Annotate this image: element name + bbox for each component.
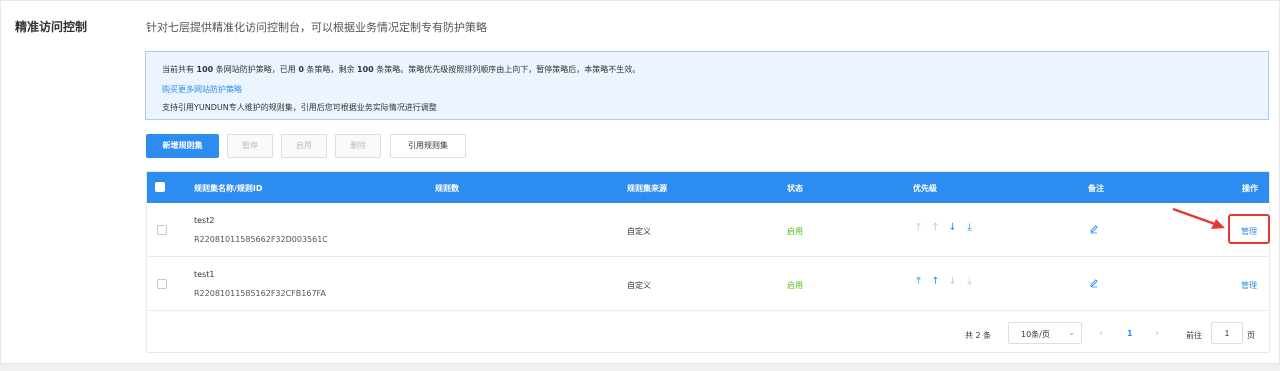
table-row: test2 R22081011585662F32D003561C 自定义 启用 … xyxy=(147,203,1269,257)
prev-page-icon[interactable]: ‹ xyxy=(1099,328,1103,339)
header-action: 操作 xyxy=(1242,184,1258,193)
table-row: test1 R22081011585162F32CFB167FA 自定义 启用 … xyxy=(147,257,1269,311)
ruleset-id: R22081011585162F32CFB167FA xyxy=(194,289,326,298)
delete-button[interactable]: 删除 xyxy=(335,134,381,158)
add-ruleset-button[interactable]: 新增规则集 xyxy=(146,134,219,158)
access-control-panel: 精准访问控制 针对七层提供精准化访问控制台，可以根据业务情况定制专有防护策略 当… xyxy=(0,0,1280,364)
import-ruleset-button[interactable]: 引用规则集 xyxy=(390,134,466,158)
buy-more-link[interactable]: 购买更多网站防护策略 xyxy=(162,84,242,95)
notice-line-quota: 当前共有 100 条网站防护策略，已用 0 条策略，剩余 100 条策略。策略优… xyxy=(162,65,641,74)
row-checkbox[interactable] xyxy=(157,225,167,235)
move-bottom-icon[interactable]: ⤓ xyxy=(964,222,975,233)
section-description: 针对七层提供精准化访问控制台，可以根据业务情况定制专有防护策略 xyxy=(146,21,487,34)
pause-button[interactable]: 暂停 xyxy=(227,134,273,158)
ruleset-name: test1 xyxy=(194,270,215,279)
ruleset-name: test2 xyxy=(194,216,215,225)
remaining-count: 100 xyxy=(357,65,374,74)
move-top-icon[interactable]: ⤒ xyxy=(913,276,924,287)
total-count-label: 共 2 条 xyxy=(965,331,992,340)
info-notice: 当前共有 100 条网站防护策略，已用 0 条策略，剩余 100 条策略。策略优… xyxy=(145,51,1269,120)
row-checkbox[interactable] xyxy=(157,279,167,289)
header-count: 规则数 xyxy=(435,184,459,193)
select-all-checkbox[interactable] xyxy=(155,182,165,192)
pencil-icon[interactable] xyxy=(1089,278,1099,288)
ruleset-table: 规则集名称/规则ID 规则数 规则集来源 状态 优先级 备注 操作 test2 … xyxy=(146,171,1270,353)
goto-page-input[interactable] xyxy=(1211,322,1243,344)
priority-controls: ⤒ ↑ ↓ ⤓ xyxy=(913,222,975,233)
header-note: 备注 xyxy=(1088,184,1104,193)
next-page-icon[interactable]: › xyxy=(1155,328,1159,339)
goto-label: 前往 xyxy=(1186,331,1202,340)
pencil-icon[interactable] xyxy=(1089,224,1099,234)
current-page[interactable]: 1 xyxy=(1127,329,1133,338)
move-up-icon[interactable]: ↑ xyxy=(930,276,941,287)
enable-button[interactable]: 启用 xyxy=(281,134,327,158)
ruleset-id: R22081011585662F32D003561C xyxy=(194,235,328,244)
header-source: 规则集来源 xyxy=(627,184,667,193)
move-up-icon[interactable]: ↑ xyxy=(930,222,941,233)
total-count: 100 xyxy=(196,65,214,74)
section-label: 精准访问控制 xyxy=(15,20,88,34)
page-size-select[interactable]: 10条/页 ⌄ xyxy=(1008,322,1082,344)
header-name: 规则集名称/规则ID xyxy=(194,184,263,193)
pagination: 共 2 条 10条/页 ⌄ ‹ 1 › 前往 页 xyxy=(147,310,1269,354)
move-top-icon[interactable]: ⤒ xyxy=(913,222,924,233)
notice-line-ruleset: 支持引用YUNDUN专人维护的规则集，引用后您可根据业务实际情况进行调整 xyxy=(162,103,437,112)
manage-button[interactable]: 管理 xyxy=(1241,280,1257,291)
move-down-icon[interactable]: ↓ xyxy=(947,222,958,233)
ruleset-source: 自定义 xyxy=(627,227,651,236)
status-badge: 启用 xyxy=(787,227,803,236)
chevron-down-icon: ⌄ xyxy=(1068,328,1075,337)
header-status: 状态 xyxy=(787,184,803,193)
table-header: 规则集名称/规则ID 规则数 规则集来源 状态 优先级 备注 操作 xyxy=(147,172,1269,203)
page-suffix: 页 xyxy=(1247,331,1255,340)
ruleset-source: 自定义 xyxy=(627,281,651,290)
status-badge: 启用 xyxy=(787,281,803,290)
annotation-arrow-icon xyxy=(1172,207,1225,229)
priority-controls: ⤒ ↑ ↓ ⤓ xyxy=(913,276,975,287)
move-bottom-icon[interactable]: ⤓ xyxy=(964,276,975,287)
move-down-icon[interactable]: ↓ xyxy=(947,276,958,287)
page-size-value: 10条/页 xyxy=(1021,330,1050,339)
manage-highlight-box xyxy=(1228,214,1270,244)
header-priority: 优先级 xyxy=(913,184,937,193)
